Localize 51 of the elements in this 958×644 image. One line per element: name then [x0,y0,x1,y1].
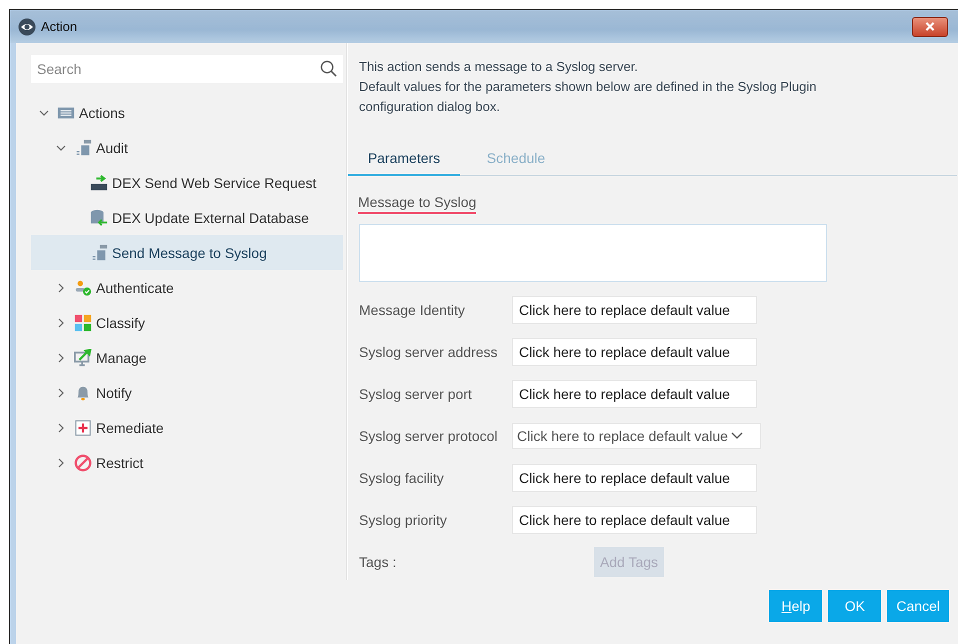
search-icon [320,60,337,77]
person-check-icon [74,278,92,296]
message-field[interactable] [359,224,827,282]
input-field[interactable]: Click here to replace default value [512,296,757,324]
input-field[interactable]: Click here to replace default value [512,380,757,408]
tree-item[interactable]: DEX Update External Database [31,200,343,235]
tree-item[interactable]: Actions [31,95,343,130]
http-arrow-icon [90,174,108,192]
tree-item[interactable]: Send Message to Syslog [31,235,343,270]
chevron-right-icon[interactable] [56,388,66,398]
field-label: Message to Syslog [358,194,476,214]
field-label: Tags : [359,554,398,570]
chevron-right-icon[interactable] [56,352,66,362]
chevron-down-icon[interactable] [39,108,49,118]
tab[interactable]: Parameters [348,146,460,176]
log-icon [74,138,92,156]
tree-item[interactable]: Restrict [31,445,343,480]
database-icon [90,208,108,226]
tree-item[interactable]: Audit [31,130,343,165]
tree-item[interactable]: Notify [31,375,343,410]
field-label: Syslog server port [359,386,473,402]
log-icon [90,244,108,262]
chevron-down-icon [730,432,743,440]
input-field[interactable]: Click here to replace default value [512,338,757,366]
close-icon [925,22,935,31]
tree-item[interactable]: Classify [31,305,343,340]
tree-item[interactable]: DEX Send Web Service Request [31,165,343,200]
field-label: Syslog facility [359,470,445,486]
tree-item[interactable]: Manage [31,340,343,375]
tree-item[interactable]: Authenticate [31,270,343,305]
search-field[interactable]: Search [31,55,343,83]
chevron-right-icon[interactable] [56,422,66,432]
input-field[interactable]: Click here to replace default value [512,464,757,492]
chevron-right-icon[interactable] [56,318,66,328]
field-label: Syslog server protocol [359,428,499,444]
close-button[interactable] [912,16,948,36]
dropdown[interactable]: Click here to replace default value [512,423,761,449]
chevron-right-icon[interactable] [56,458,66,468]
field-label: Message Identity [359,302,466,318]
input-field[interactable]: Click here to replace default value [512,506,757,534]
prohibited-icon [74,454,92,472]
description: This action sends a message to a Syslog server. Default values for the parameters shown below are defined in the Syslog Plugin configuration dialog box. [359,58,818,116]
grid-icon [74,314,92,332]
chevron-down-icon[interactable] [56,142,66,152]
eye-icon [18,18,36,36]
field-label: Syslog server address [359,344,499,360]
chevron-right-icon[interactable] [56,282,66,292]
tree-item[interactable]: Remediate [31,410,343,445]
plus-box-icon [74,418,92,436]
field-label: Syslog priority [359,512,448,528]
window-title: Action [41,19,78,34]
